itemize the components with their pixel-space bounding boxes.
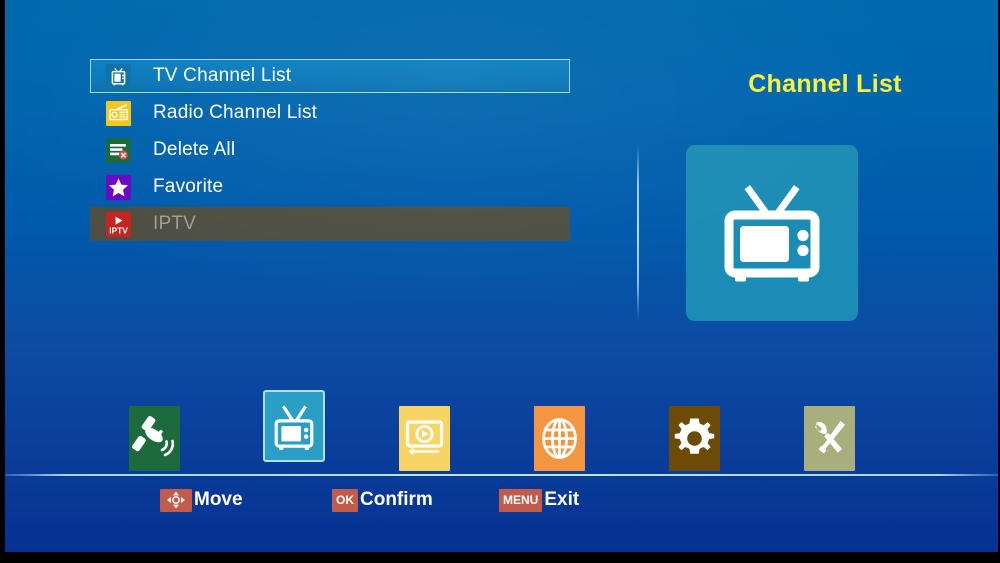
menu-item-radio-channel-list[interactable]: Radio Channel List: [90, 96, 570, 130]
globe-icon: [542, 418, 577, 459]
svg-text:IPTV: IPTV: [109, 225, 128, 235]
hint-confirm: OK Confirm: [332, 487, 433, 513]
satellite-dish-icon: [131, 416, 175, 457]
vertical-divider: [637, 145, 639, 320]
menu-item-label: Delete All: [153, 139, 236, 160]
menu-item-favorite[interactable]: Favorite: [90, 170, 570, 204]
wrench-screwdriver-icon: [814, 421, 846, 454]
tv-menu-screen: TV Channel List Radio Channel List Delet…: [0, 0, 1000, 563]
channel-list-preview-tile: [686, 145, 858, 321]
menu-item-tv-channel-list[interactable]: TV Channel List: [90, 59, 570, 93]
gear-icon: [674, 418, 715, 454]
toolbar-item-tools[interactable]: [804, 406, 855, 471]
hint-exit: MENU Exit: [499, 487, 579, 513]
tv-icon: [106, 63, 131, 89]
dpad-icon: [160, 488, 192, 512]
star-icon: [106, 174, 131, 200]
tv-icon: [274, 405, 314, 450]
divider-line: [5, 474, 998, 476]
hint-label: Confirm: [360, 489, 433, 510]
toolbar-item-media[interactable]: [399, 406, 450, 471]
menu-item-label: IPTV: [153, 213, 197, 234]
menu-item-label: TV Channel List: [153, 65, 292, 86]
delete-list-icon: [106, 137, 131, 163]
menu-item-delete-all[interactable]: Delete All: [90, 133, 570, 167]
menu-item-label: Favorite: [153, 176, 224, 197]
ok-key-badge: OK: [332, 488, 358, 512]
menu-item-iptv[interactable]: IPTV IPTV: [90, 207, 570, 241]
toolbar-item-installation[interactable]: [129, 406, 180, 471]
hint-bar: Move OK Confirm MENU Exit: [5, 487, 998, 527]
hint-move: Move: [160, 487, 243, 513]
tv-set-icon: [724, 185, 820, 282]
toolbar-item-network[interactable]: [534, 406, 585, 471]
channel-list-menu: TV Channel List Radio Channel List Delet…: [90, 59, 570, 244]
menu-key-badge: MENU: [499, 488, 543, 512]
page-title: Channel List: [748, 70, 902, 98]
media-player-icon: [405, 420, 444, 456]
screen-canvas: TV Channel List Radio Channel List Delet…: [5, 0, 998, 552]
hint-label: Exit: [544, 489, 580, 510]
hint-label: Move: [194, 489, 243, 510]
iptv-icon: IPTV: [106, 211, 131, 237]
radio-icon: [106, 100, 131, 126]
toolbar-item-settings[interactable]: [669, 406, 720, 471]
toolbar-item-channel[interactable]: [263, 390, 325, 462]
menu-item-label: Radio Channel List: [153, 102, 318, 123]
main-toolbar: [5, 390, 998, 471]
